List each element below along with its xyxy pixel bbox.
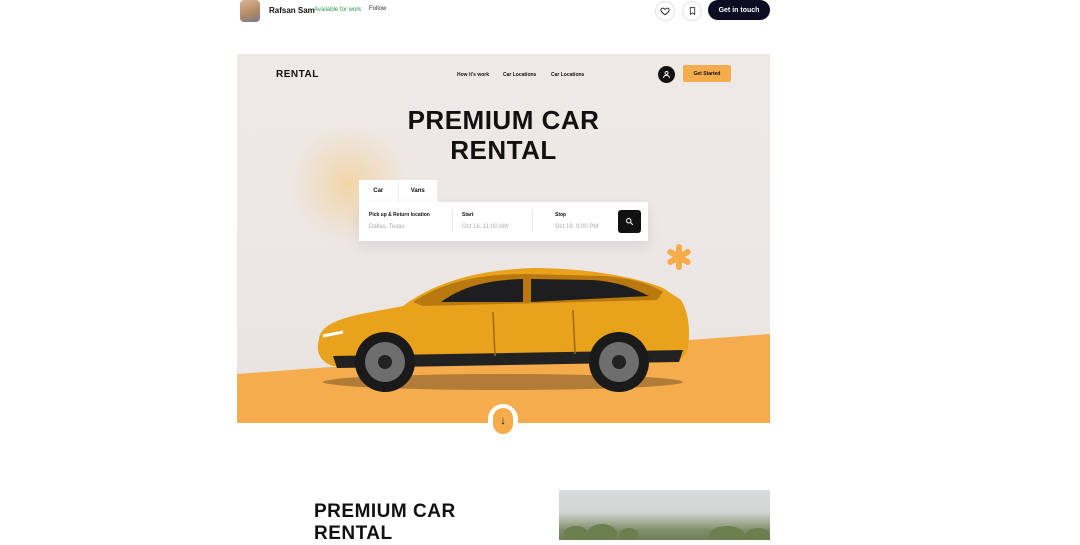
site-logo[interactable]: RENTAL <box>276 69 319 80</box>
location-field[interactable]: Pick up & Return location Dallas, Texas <box>369 212 430 230</box>
start-label: Start <box>462 212 474 218</box>
search-icon <box>626 218 634 226</box>
heart-icon <box>660 7 670 16</box>
hero-title-line1: PREMIUM CAR <box>407 105 600 135</box>
start-date-field[interactable]: Start Oct 16, 11:00 AM <box>462 212 508 230</box>
section-title-line1: PREMIUM CAR <box>314 501 456 522</box>
section-title-line2: RENTAL <box>314 523 393 544</box>
search-button[interactable] <box>618 210 641 233</box>
save-button[interactable] <box>682 1 702 21</box>
scroll-down-button[interactable]: ↓ <box>488 404 518 438</box>
stop-label: Stop <box>555 212 567 218</box>
arrow-down-icon: ↓ <box>493 408 513 434</box>
like-button[interactable] <box>655 1 675 21</box>
booking-search-bar: Pick up & Return location Dallas, Texas … <box>359 202 648 241</box>
shot-image: RENTAL How it's work Car Locations Car L… <box>237 54 770 423</box>
location-label: Pick up & Return location <box>369 212 430 218</box>
account-button[interactable] <box>658 66 675 83</box>
follow-link[interactable]: Follow <box>369 6 386 12</box>
get-in-touch-button[interactable]: Get in touch <box>708 0 770 20</box>
location-value: Dallas, Texas <box>369 224 405 230</box>
tab-car[interactable]: Car <box>359 180 399 202</box>
nav-car-locations-2[interactable]: Car Locations <box>551 72 584 78</box>
tree-shape <box>709 526 745 540</box>
section-title: PREMIUM CAR RENTAL <box>314 501 456 545</box>
start-value: Oct 16, 11:00 AM <box>462 224 508 230</box>
landscape-photo <box>559 490 770 540</box>
yellow-suv-image <box>317 268 689 392</box>
availability-badge: Available for work <box>314 7 362 13</box>
tree-shape <box>619 528 639 540</box>
get-started-button[interactable]: Get Started <box>683 65 731 82</box>
divider <box>532 211 533 232</box>
nav-car-locations[interactable]: Car Locations <box>503 72 536 78</box>
vehicle-tabs: Car Vans <box>359 180 437 202</box>
hero-title: PREMIUM CAR RENTAL <box>237 105 770 165</box>
shot-header: Rafsan Sam Available for work Follow Get… <box>0 0 1080 26</box>
bookmark-icon <box>689 7 695 16</box>
user-icon <box>663 71 670 78</box>
tree-shape <box>563 526 589 540</box>
stop-value: Oct 18, 9:00 PM <box>555 224 599 230</box>
tab-vans[interactable]: Vans <box>399 180 438 202</box>
divider <box>452 211 453 232</box>
tree-shape <box>587 524 617 540</box>
author-name[interactable]: Rafsan Sam <box>269 6 315 15</box>
nav-how-it-works[interactable]: How it's work <box>457 72 489 78</box>
stop-date-field[interactable]: Stop Oct 18, 9:00 PM <box>555 212 598 230</box>
hero-title-line2: RENTAL <box>450 135 557 165</box>
tree-shape <box>745 528 770 540</box>
author-avatar[interactable] <box>240 0 260 22</box>
